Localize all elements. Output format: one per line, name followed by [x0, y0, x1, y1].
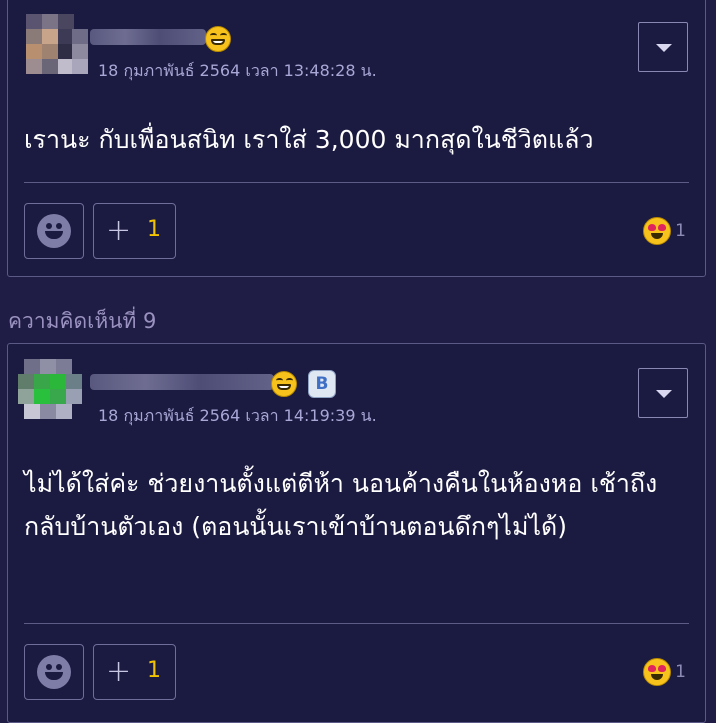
comment-menu-button[interactable] [638, 22, 688, 72]
username[interactable] [90, 29, 206, 45]
smiley-icon [37, 214, 71, 248]
emoji-count: 1 [675, 662, 686, 682]
plus-count: 1 [147, 217, 161, 242]
comment-number-label: ความคิดเห็นที่ 9 [8, 309, 157, 333]
avatar[interactable] [26, 14, 88, 74]
plus-vote-button[interactable]: + 1 [93, 203, 176, 259]
timestamp: 18 กุมภาพันธ์ 2564 เวลา 13:48:28 น. [98, 61, 377, 80]
grin-emoji-icon [271, 371, 297, 397]
divider [24, 623, 689, 624]
heart-eyes-emoji-icon[interactable] [643, 217, 671, 245]
comment-card: B 18 กุมภาพันธ์ 2564 เวลา 14:19:39 น. ไม… [7, 343, 706, 723]
plus-vote-button[interactable]: + 1 [93, 644, 176, 700]
emoji-count: 1 [675, 221, 686, 241]
b-badge-icon: B [308, 370, 336, 398]
smiley-icon [37, 655, 71, 689]
chevron-down-icon [656, 44, 672, 52]
comment-text: เรานะ กับเพื่อนสนิท เราใส่ 3,000 มากสุดใ… [24, 125, 594, 154]
plus-icon: + [106, 654, 132, 689]
timestamp: 18 กุมภาพันธ์ 2564 เวลา 14:19:39 น. [98, 406, 377, 425]
reaction-button[interactable] [24, 203, 84, 259]
comment-menu-button[interactable] [638, 368, 688, 418]
chevron-down-icon [656, 390, 672, 398]
reaction-button[interactable] [24, 644, 84, 700]
comment-card: 18 กุมภาพันธ์ 2564 เวลา 13:48:28 น. เราน… [7, 0, 706, 277]
plus-count: 1 [147, 658, 161, 683]
username[interactable] [90, 374, 274, 390]
plus-icon: + [106, 213, 132, 248]
grin-emoji-icon [205, 26, 231, 52]
divider [24, 182, 689, 183]
heart-eyes-emoji-icon[interactable] [643, 658, 671, 686]
comment-text: ไม่ได้ใส่ค่ะ ช่วยงานตั้งแต่ตีห้า นอนค้าง… [24, 469, 658, 541]
avatar[interactable] [18, 359, 82, 419]
